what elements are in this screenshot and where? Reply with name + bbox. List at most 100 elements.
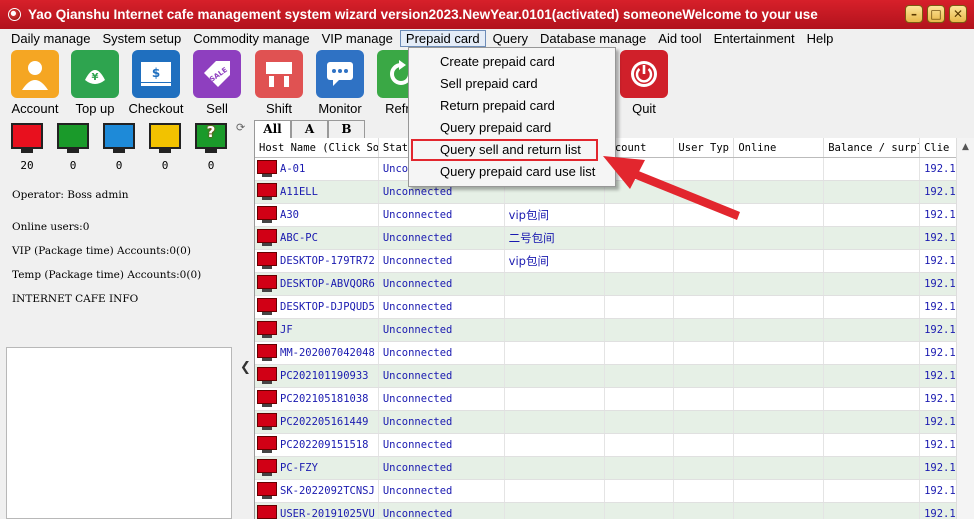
table-row[interactable]: MM-202007042048 Unconnected 192.1 xyxy=(255,342,974,365)
online-cell xyxy=(734,158,825,180)
status-monitor-green[interactable]: 0 xyxy=(57,123,89,172)
status-cell: Unconnected xyxy=(379,434,505,456)
status-count: 20 xyxy=(20,159,34,172)
table-row[interactable]: PC202101190933 Unconnected 192.1 xyxy=(255,365,974,388)
package-cell xyxy=(505,411,605,433)
host-name: PC202209151518 xyxy=(280,438,369,451)
collapse-panel-icon[interactable]: ❮ xyxy=(240,360,251,375)
account-icon xyxy=(11,50,59,98)
column-host-name[interactable]: Host Name (Click So xyxy=(255,138,379,157)
table-row[interactable]: DESKTOP-179TR72 Unconnected vip包间 192.1 xyxy=(255,250,974,273)
quit-label: Quit xyxy=(632,101,656,116)
column-balance[interactable]: Balance / surpl xyxy=(824,138,921,157)
menu-aid-tool[interactable]: Aid tool xyxy=(653,30,706,47)
menu-system-setup[interactable]: System setup xyxy=(98,30,187,47)
minimize-button[interactable]: – xyxy=(905,5,923,23)
table-row[interactable]: DESKTOP-DJPQUD5 Unconnected 192.1 xyxy=(255,296,974,319)
menu-item-query-prepaid-card-use-list[interactable]: Query prepaid card use list xyxy=(409,161,615,183)
computer-icon xyxy=(256,275,278,293)
menu-database-manage[interactable]: Database manage xyxy=(535,30,651,47)
scroll-up-icon[interactable]: ▲ xyxy=(957,142,974,152)
menu-item-sell-prepaid-card[interactable]: Sell prepaid card xyxy=(409,73,615,95)
monitor-yellow-icon xyxy=(149,123,181,149)
user-type-cell xyxy=(674,342,735,364)
user-type-cell xyxy=(674,158,735,180)
menu-bar: Daily manage System setup Commodity mana… xyxy=(0,29,974,48)
online-cell xyxy=(734,181,825,203)
status-monitor-yellow[interactable]: 0 xyxy=(149,123,181,172)
menu-commodity-manage[interactable]: Commodity manage xyxy=(188,30,314,47)
computer-icon xyxy=(256,390,278,408)
tab-all[interactable]: All xyxy=(254,120,291,138)
host-name: PC202101190933 xyxy=(280,369,369,382)
table-row[interactable]: PC-FZY Unconnected 192.1 xyxy=(255,457,974,480)
menu-item-create-prepaid-card[interactable]: Create prepaid card xyxy=(409,51,615,73)
host-name: DESKTOP-ABVQOR6 xyxy=(280,277,375,290)
menu-item-query-sell-return-list[interactable]: Query sell and return list xyxy=(411,139,598,161)
quit-button[interactable]: Quit xyxy=(613,50,675,116)
topup-icon: ¥ xyxy=(71,50,119,98)
sell-button[interactable]: SALE Sell xyxy=(186,50,248,116)
status-cell: Unconnected xyxy=(379,388,505,410)
menu-query[interactable]: Query xyxy=(488,30,533,47)
close-icon: ✕ xyxy=(952,7,964,21)
balance-cell xyxy=(824,365,921,387)
table-row[interactable]: PC202205161449 Unconnected 192.1 xyxy=(255,411,974,434)
package-cell: vip包间 xyxy=(505,250,605,272)
status-monitor-blue[interactable]: 0 xyxy=(103,123,135,172)
shift-icon xyxy=(255,50,303,98)
user-type-cell xyxy=(674,503,735,519)
tab-b[interactable]: B xyxy=(328,120,365,138)
status-monitor-unknown[interactable]: ? 0 xyxy=(195,123,227,172)
account-cell xyxy=(605,457,675,479)
account-button[interactable]: Account xyxy=(4,50,66,116)
shift-button[interactable]: Shift xyxy=(248,50,310,116)
table-row[interactable]: ABC-PC Unconnected 二号包间 192.1 xyxy=(255,227,974,250)
column-online[interactable]: Online xyxy=(734,138,825,157)
menu-item-query-prepaid-card[interactable]: Query prepaid card xyxy=(409,117,615,139)
menu-entertainment[interactable]: Entertainment xyxy=(709,30,800,47)
menu-vip-manage[interactable]: VIP manage xyxy=(317,30,398,47)
online-cell xyxy=(734,411,825,433)
table-row[interactable]: DESKTOP-ABVQOR6 Unconnected 192.1 xyxy=(255,273,974,296)
user-type-cell xyxy=(674,365,735,387)
menu-help[interactable]: Help xyxy=(802,30,839,47)
column-user-type[interactable]: User Typ xyxy=(674,138,735,157)
status-cell: Unconnected xyxy=(379,503,505,519)
table-row[interactable]: JF Unconnected 192.1 xyxy=(255,319,974,342)
table-row[interactable]: PC202105181038 Unconnected 192.1 xyxy=(255,388,974,411)
online-cell xyxy=(734,388,825,410)
online-cell xyxy=(734,204,825,226)
balance-cell xyxy=(824,296,921,318)
account-cell xyxy=(605,204,675,226)
status-cell: Unconnected xyxy=(379,227,505,249)
host-cell: PC202105181038 xyxy=(255,388,379,410)
maximize-button[interactable]: □ xyxy=(927,5,945,23)
table-row[interactable]: A30 Unconnected vip包间 192.1 xyxy=(255,204,974,227)
host-cell: SK-2022092TCNSJ xyxy=(255,480,379,502)
package-cell xyxy=(505,503,605,519)
table-row[interactable]: SK-2022092TCNSJ Unconnected 192.1 xyxy=(255,480,974,503)
status-cell: Unconnected xyxy=(379,273,505,295)
table-row[interactable]: PC202209151518 Unconnected 192.1 xyxy=(255,434,974,457)
message-box xyxy=(6,347,232,519)
account-label: Account xyxy=(11,101,59,116)
host-name: A30 xyxy=(280,208,299,221)
menu-daily-manage[interactable]: Daily manage xyxy=(6,30,96,47)
refresh-small-icon[interactable]: ⟳ xyxy=(236,121,245,134)
tab-a[interactable]: A xyxy=(291,120,328,138)
table-row[interactable]: USER-20191025VU Unconnected 192.1 xyxy=(255,503,974,519)
host-cell: PC-FZY xyxy=(255,457,379,479)
top-up-button[interactable]: ¥ Top up xyxy=(64,50,126,116)
computer-icon xyxy=(256,298,278,316)
host-name: ABC-PC xyxy=(280,231,318,244)
computer-icon xyxy=(256,413,278,431)
checkout-button[interactable]: $ Checkout xyxy=(125,50,187,116)
monitor-button[interactable]: Monitor xyxy=(309,50,371,116)
menu-prepaid-card[interactable]: Prepaid card xyxy=(399,30,486,47)
close-button[interactable]: ✕ xyxy=(949,5,967,23)
status-monitor-red[interactable]: 20 xyxy=(11,123,43,172)
computer-icon xyxy=(256,252,278,270)
menu-item-return-prepaid-card[interactable]: Return prepaid card xyxy=(409,95,615,117)
vertical-scrollbar[interactable]: ▲ xyxy=(956,138,974,519)
